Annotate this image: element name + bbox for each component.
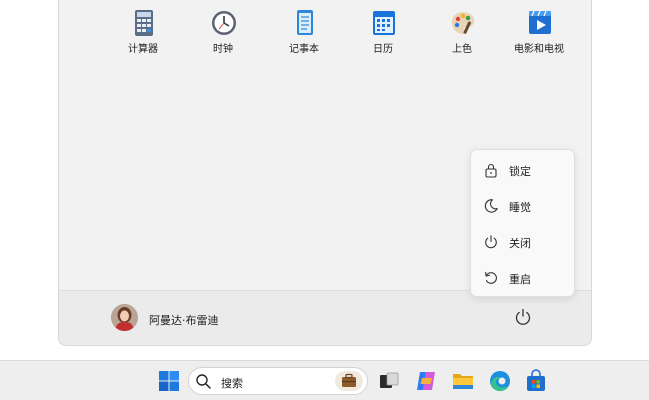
app-label: 时钟: [213, 44, 233, 55]
paint-icon: [451, 12, 475, 34]
user-avatar[interactable]: [111, 304, 138, 331]
movies-tv-icon: [529, 10, 551, 34]
power-item-label: 关闭: [509, 237, 531, 250]
pinned-app-paint[interactable]: 上色: [422, 10, 502, 55]
calendar-icon: [373, 11, 395, 35]
pinned-apps-row: 计算器 时钟 记事本 日历 上色 电影和电视: [59, 0, 591, 60]
app-label: 日历: [373, 44, 393, 55]
power-item-sleep[interactable]: 睡觉: [475, 191, 572, 221]
app-label: 上色: [452, 44, 472, 55]
power-item-label: 重启: [509, 273, 531, 286]
pinned-app-movies-tv[interactable]: 电影和电视: [499, 10, 579, 55]
power-item-label: 锁定: [509, 165, 531, 178]
lock-icon: [485, 163, 497, 178]
power-icon: [485, 235, 497, 249]
calculator-icon: [135, 10, 153, 36]
task-view-icon[interactable]: [377, 369, 401, 393]
avatar-photo-icon: [111, 304, 138, 331]
power-item-label: 睡觉: [509, 201, 531, 214]
power-item-lock[interactable]: 锁定: [475, 155, 572, 185]
microsoft-store-icon[interactable]: [524, 369, 548, 393]
pinned-app-notepad[interactable]: 记事本: [264, 10, 344, 55]
moon-icon: [484, 199, 498, 213]
power-icon[interactable]: [512, 306, 534, 328]
copilot-icon[interactable]: [414, 369, 438, 393]
clock-icon: [212, 11, 236, 35]
restart-icon: [485, 271, 497, 284]
power-item-restart[interactable]: 重启: [475, 263, 572, 293]
edge-browser-icon[interactable]: [488, 369, 512, 393]
taskbar: 搜索: [0, 360, 649, 400]
power-item-shutdown[interactable]: 关闭: [475, 227, 572, 257]
taskbar-search-box[interactable]: 搜索: [188, 367, 368, 395]
pinned-app-calendar[interactable]: 日历: [343, 10, 423, 55]
windows-start-icon[interactable]: [157, 369, 181, 393]
briefcase-icon: [342, 373, 356, 387]
user-name[interactable]: 阿曼达·布雷迪: [149, 312, 219, 328]
app-label: 记事本: [289, 44, 319, 55]
pinned-app-clock[interactable]: 时钟: [183, 10, 263, 55]
search-label: 搜索: [221, 377, 243, 390]
app-label: 计算器: [128, 44, 158, 55]
app-label: 电影和电视: [514, 44, 564, 55]
pinned-app-calculator[interactable]: 计算器: [103, 10, 183, 55]
search-highlight-badge[interactable]: [335, 371, 363, 391]
power-options-menu: 锁定 睡觉 关闭 重启: [470, 149, 575, 297]
user-bar: 阿曼达·布雷迪: [59, 290, 591, 345]
notepad-icon: [297, 10, 313, 35]
search-icon: [196, 374, 211, 389]
file-explorer-icon[interactable]: [451, 369, 475, 393]
